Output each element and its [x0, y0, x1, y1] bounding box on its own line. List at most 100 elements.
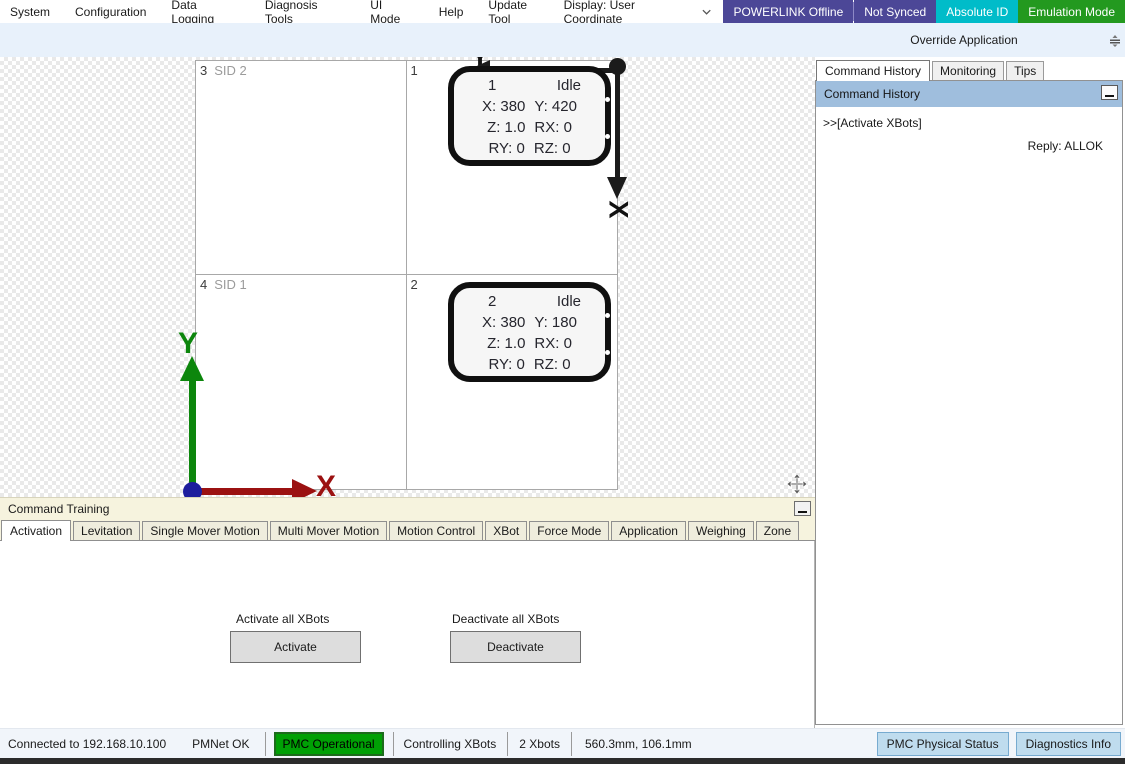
- connection-status: Connected to 192.168.10.100: [8, 737, 166, 751]
- xbot-x: X: 380: [482, 312, 525, 333]
- tab-zone[interactable]: Zone: [756, 521, 799, 540]
- tab-levitation[interactable]: Levitation: [73, 521, 140, 540]
- xbot-id: 1: [488, 75, 496, 96]
- tab-tips[interactable]: Tips: [1006, 61, 1044, 80]
- tile-label: 2: [411, 277, 425, 292]
- minimize-button[interactable]: [794, 501, 811, 516]
- status-divider: [507, 732, 508, 756]
- menu-data-logging[interactable]: Data Logging: [171, 0, 239, 26]
- command-history-header: Command History: [816, 81, 1122, 107]
- history-command: >>[Activate XBots]: [816, 107, 1122, 130]
- minimize-icon: [798, 511, 807, 513]
- pmc-operational-badge: PMC Operational: [274, 732, 384, 756]
- history-reply: Reply: ALLOK: [816, 130, 1122, 153]
- diagnostics-info-button[interactable]: Diagnostics Info: [1016, 732, 1121, 756]
- menu-system[interactable]: System: [10, 5, 50, 19]
- status-bar-buttons: PMC Physical Status Diagnostics Info: [877, 732, 1125, 756]
- status-divider: [265, 732, 266, 756]
- status-divider: [571, 732, 572, 756]
- tab-force-mode[interactable]: Force Mode: [529, 521, 609, 540]
- menu-ui-mode[interactable]: UI Mode: [370, 0, 413, 26]
- xbot-orientation-pip: [605, 134, 610, 139]
- tab-multi-mover-motion[interactable]: Multi Mover Motion: [270, 521, 387, 540]
- minimize-icon: [1105, 95, 1114, 97]
- status-chip-not-synced: Not Synced: [854, 0, 936, 23]
- xbot-orientation-pip: [605, 313, 610, 318]
- menu-diagnosis-tools[interactable]: Diagnosis Tools: [265, 0, 345, 26]
- menu-configuration[interactable]: Configuration: [75, 5, 146, 19]
- command-history-log[interactable]: >>[Activate XBots] Reply: ALLOK: [816, 107, 1122, 724]
- user-x-axis-line: [196, 488, 292, 495]
- flyway-tile: 3 SID 2: [196, 61, 407, 275]
- status-chip-emulation-mode: Emulation Mode: [1018, 0, 1125, 23]
- status-divider: [393, 732, 394, 756]
- menu-update-tool[interactable]: Update Tool: [488, 0, 549, 26]
- xbot-ry: RY: 0: [488, 354, 524, 375]
- xbot-y: Y: 420: [534, 96, 577, 117]
- command-training-tabs: Activation Levitation Single Mover Motio…: [0, 519, 815, 541]
- tile-sid: SID 1: [214, 277, 247, 292]
- user-y-axis-line: [189, 379, 196, 491]
- activate-all-label: Activate all XBots: [236, 612, 329, 626]
- chevron-down-icon: [702, 9, 711, 15]
- xbot-2-status-box[interactable]: 2 Idle X: 380 Y: 180 Z: 1.0 RX: 0 RY: 0 …: [448, 282, 611, 382]
- tile-label: 3 SID 2: [200, 63, 247, 78]
- display-coordinate-select[interactable]: Display: User Coordinate: [550, 0, 724, 23]
- override-application-button[interactable]: Override Application: [878, 23, 1050, 57]
- menu-help[interactable]: Help: [439, 5, 464, 19]
- activate-button[interactable]: Activate: [230, 631, 361, 663]
- xbot-rz: RZ: 0: [534, 354, 571, 375]
- flyway-tile: 4 SID 1: [196, 275, 407, 489]
- command-training-title: Command Training: [8, 502, 109, 516]
- pmc-physical-status-button[interactable]: PMC Physical Status: [877, 732, 1009, 756]
- tab-single-mover-motion[interactable]: Single Mover Motion: [142, 521, 267, 540]
- status-chip-powerlink: POWERLINK Offline: [723, 0, 853, 23]
- xbot-orientation-pip: [605, 350, 610, 355]
- tab-command-history[interactable]: Command History: [816, 60, 930, 81]
- tab-monitoring[interactable]: Monitoring: [932, 61, 1004, 80]
- cursor-position: 560.3mm, 106.1mm: [585, 737, 692, 751]
- xbot-count: 2 Xbots: [519, 737, 560, 751]
- minimize-button[interactable]: [1101, 85, 1118, 100]
- xbot-state: Idle: [557, 75, 581, 96]
- user-y-axis-arrow-icon: [180, 356, 204, 381]
- menu-bar: System Configuration Data Logging Diagno…: [0, 0, 1125, 23]
- tab-application[interactable]: Application: [611, 521, 686, 540]
- tile-label: 1: [411, 63, 425, 78]
- menu-items: System Configuration Data Logging Diagno…: [0, 0, 550, 23]
- tab-motion-control[interactable]: Motion Control: [389, 521, 483, 540]
- left-column: 3 SID 2 1 4 SID 1: [0, 57, 815, 728]
- stage-canvas[interactable]: 3 SID 2 1 4 SID 1: [0, 57, 815, 497]
- right-panel-tabs: Command History Monitoring Tips: [815, 57, 1125, 80]
- deactivate-all-label: Deactivate all XBots: [452, 612, 559, 626]
- user-x-axis-label: X: [316, 470, 336, 497]
- pmc-x-axis-label: X: [603, 191, 634, 229]
- pmc-x-axis-line: [615, 67, 620, 177]
- xbot-z: Z: 1.0: [487, 117, 525, 138]
- tile-number: 1: [411, 63, 418, 78]
- tab-xbot[interactable]: XBot: [485, 521, 527, 540]
- xbot-x: X: 380: [482, 96, 525, 117]
- xbot-rx: RX: 0: [534, 117, 572, 138]
- tile-number: 2: [411, 277, 418, 292]
- command-training-panel: Command Training Activation Levitation S…: [0, 497, 815, 728]
- user-origin-dot: [183, 482, 202, 497]
- xbot-1-status-box[interactable]: 1 Idle X: 380 Y: 420 Z: 1.0 RX: 0 RY: 0 …: [448, 66, 611, 166]
- xbot-rz: RZ: 0: [534, 138, 571, 159]
- tab-weighing[interactable]: Weighing: [688, 521, 754, 540]
- move-cursor-icon: [786, 473, 808, 495]
- activation-tab-content: Activate all XBots Activate Deactivate a…: [0, 541, 815, 728]
- splitter-handle-icon[interactable]: [1109, 35, 1121, 48]
- command-history-title: Command History: [824, 87, 920, 101]
- status-bar: Connected to 192.168.10.100 PMNet OK PMC…: [0, 728, 1125, 758]
- tile-number: 3: [200, 63, 207, 78]
- command-training-header: Command Training: [0, 497, 815, 519]
- command-history-box: Command History >>[Activate XBots] Reply…: [815, 80, 1123, 725]
- xbot-state: Idle: [557, 291, 581, 312]
- deactivate-button[interactable]: Deactivate: [450, 631, 581, 663]
- xbot-orientation-pip: [605, 97, 610, 102]
- xbot-id: 2: [488, 291, 496, 312]
- app-window: System Configuration Data Logging Diagno…: [0, 0, 1125, 764]
- tab-activation[interactable]: Activation: [1, 520, 71, 541]
- xbot-z: Z: 1.0: [487, 333, 525, 354]
